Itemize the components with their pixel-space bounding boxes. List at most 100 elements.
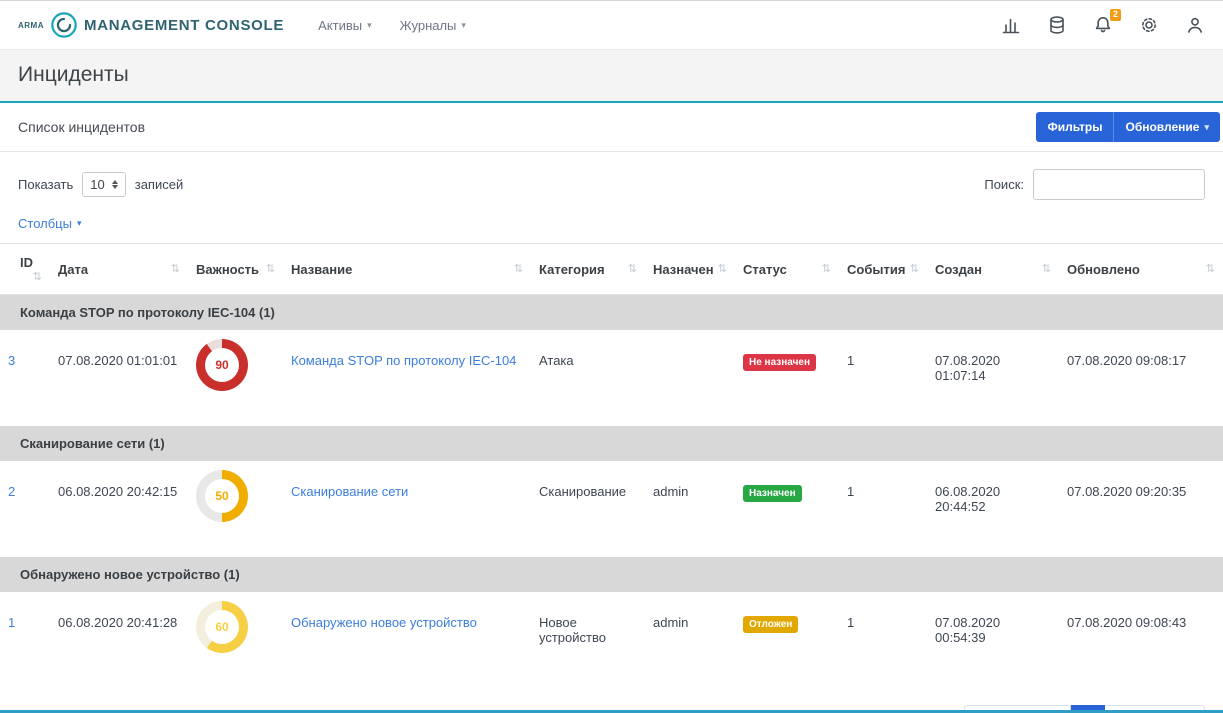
incident-created: 07.08.2020 01:07:14	[927, 330, 1059, 426]
col-header-assignee[interactable]: Назначен ⇅	[645, 244, 735, 295]
incident-name-link[interactable]: Сканирование сети	[291, 484, 408, 499]
status-badge: Не назначен	[743, 354, 816, 371]
notification-badge: 2	[1110, 9, 1121, 21]
col-header-label: Назначен	[653, 262, 714, 277]
severity-gauge: 60	[196, 601, 248, 653]
severity-value: 50	[215, 489, 228, 503]
incident-updated: 07.08.2020 09:08:17	[1059, 330, 1223, 426]
incident-assignee: admin	[645, 592, 735, 688]
incident-created: 06.08.2020 20:44:52	[927, 461, 1059, 557]
sort-icon: ⇅	[718, 262, 727, 275]
incident-name-link[interactable]: Обнаружено новое устройство	[291, 615, 477, 630]
incident-updated: 07.08.2020 09:08:43	[1059, 592, 1223, 688]
table-header-row: ID⇅ Дата⇅ Важность⇅ Название⇅ Категория⇅…	[0, 244, 1223, 295]
navbar: ARMA MANAGEMENT CONSOLE Активы ▾ Журналы…	[0, 1, 1223, 49]
bar-chart-icon[interactable]	[1001, 15, 1021, 35]
incident-date: 07.08.2020 01:01:01	[50, 330, 188, 426]
bell-icon[interactable]: 2	[1093, 15, 1113, 35]
columns-button[interactable]: Столбцы ▾	[18, 216, 82, 231]
col-header-id[interactable]: ID⇅	[0, 244, 50, 295]
col-header-severity[interactable]: Важность ⇅	[188, 244, 283, 295]
status-badge: Отложен	[743, 616, 798, 633]
sort-icon: ⇅	[514, 262, 523, 275]
card-header: Список инцидентов Фильтры Обновление ▾	[0, 103, 1223, 152]
col-header-created[interactable]: Создан ⇅	[927, 244, 1059, 295]
filters-button[interactable]: Фильтры	[1036, 112, 1113, 142]
records-label: записей	[135, 177, 183, 192]
page-size-control: Показать 10 записей	[18, 172, 183, 197]
incident-row: 3 07.08.2020 01:01:01 90 Команда STOP по…	[0, 330, 1223, 426]
search-input[interactable]	[1033, 169, 1205, 200]
select-arrows-icon	[112, 180, 118, 189]
col-header-name[interactable]: Название ⇅	[283, 244, 531, 295]
col-header-date[interactable]: Дата⇅	[50, 244, 188, 295]
group-header-row: Команда STOP по протоколу IEC-104 (1)	[0, 295, 1223, 331]
col-header-events[interactable]: События⇅	[839, 244, 927, 295]
page-size-select[interactable]: 10	[82, 172, 125, 197]
incident-events: 1	[839, 330, 927, 426]
severity-gauge: 90	[196, 339, 248, 391]
card-title: Список инцидентов	[18, 119, 145, 135]
refresh-button[interactable]: Обновление ▾	[1113, 112, 1220, 142]
col-header-status[interactable]: Статус ⇅	[735, 244, 839, 295]
col-header-label: ID	[20, 255, 33, 270]
col-header-label: Важность	[196, 262, 259, 277]
col-header-label: Создан	[935, 262, 982, 277]
col-header-label: Статус	[743, 262, 787, 277]
brand-arma-text: ARMA	[18, 21, 44, 30]
chevron-down-icon: ▾	[1204, 122, 1209, 133]
nav-journals-label: Журналы	[400, 18, 457, 33]
incidents-card: Список инцидентов Фильтры Обновление ▾ П…	[0, 101, 1223, 713]
search-label: Поиск:	[984, 177, 1024, 192]
table-controls: Показать 10 записей Поиск:	[0, 152, 1223, 204]
brand-title: MANAGEMENT CONSOLE	[84, 17, 284, 34]
nav-assets[interactable]: Активы ▾	[318, 18, 372, 33]
incident-id-link[interactable]: 3	[8, 353, 15, 368]
navbar-icons: 2	[1001, 15, 1205, 35]
incident-name-link[interactable]: Команда STOP по протоколу IEC-104	[291, 353, 516, 368]
group-header-row: Обнаружено новое устройство (1)	[0, 557, 1223, 592]
group-title: Сканирование сети (1)	[0, 426, 1223, 461]
chevron-down-icon: ▾	[77, 218, 82, 229]
gear-icon[interactable]	[1139, 15, 1159, 35]
sort-icon: ⇅	[628, 262, 637, 275]
incident-id-link[interactable]: 1	[8, 615, 15, 630]
incident-date: 06.08.2020 20:42:15	[50, 461, 188, 557]
group-title: Обнаружено новое устройство (1)	[0, 557, 1223, 592]
col-header-label: Категория	[539, 262, 605, 277]
incident-category: Атака	[531, 330, 645, 426]
user-icon[interactable]	[1185, 15, 1205, 35]
filters-button-label: Фильтры	[1047, 120, 1102, 134]
col-header-label: Название	[291, 262, 352, 277]
col-header-label: Дата	[58, 262, 88, 277]
incident-assignee: admin	[645, 461, 735, 557]
sort-icon: ⇅	[822, 262, 831, 275]
chevron-down-icon: ▾	[461, 20, 466, 31]
incident-category: Сканирование	[531, 461, 645, 557]
incident-created: 07.08.2020 00:54:39	[927, 592, 1059, 688]
severity-gauge: 50	[196, 470, 248, 522]
main-menu: Активы ▾ Журналы ▾	[318, 18, 466, 33]
severity-value: 90	[215, 358, 228, 372]
col-header-updated[interactable]: Обновлено⇅	[1059, 244, 1223, 295]
incident-assignee	[645, 330, 735, 426]
sort-icon: ⇅	[266, 262, 275, 275]
columns-row: Столбцы ▾	[0, 204, 1223, 243]
incident-events: 1	[839, 461, 927, 557]
col-header-label: События	[847, 262, 905, 277]
col-header-label: Обновлено	[1067, 262, 1140, 277]
severity-value: 60	[215, 620, 228, 634]
database-icon[interactable]	[1047, 15, 1067, 35]
nav-journals[interactable]: Журналы ▾	[400, 18, 466, 33]
col-header-category[interactable]: Категория ⇅	[531, 244, 645, 295]
nav-assets-label: Активы	[318, 18, 362, 33]
incident-date: 06.08.2020 20:41:28	[50, 592, 188, 688]
incident-id-link[interactable]: 2	[8, 484, 15, 499]
sort-icon: ⇅	[1042, 262, 1051, 275]
brand[interactable]: ARMA MANAGEMENT CONSOLE	[18, 11, 284, 39]
columns-button-label: Столбцы	[18, 216, 72, 231]
show-label: Показать	[18, 177, 73, 192]
group-title: Команда STOP по протоколу IEC-104 (1)	[0, 295, 1223, 331]
card-actions: Фильтры Обновление ▾	[1036, 112, 1220, 142]
arma-logo-icon	[50, 11, 78, 39]
